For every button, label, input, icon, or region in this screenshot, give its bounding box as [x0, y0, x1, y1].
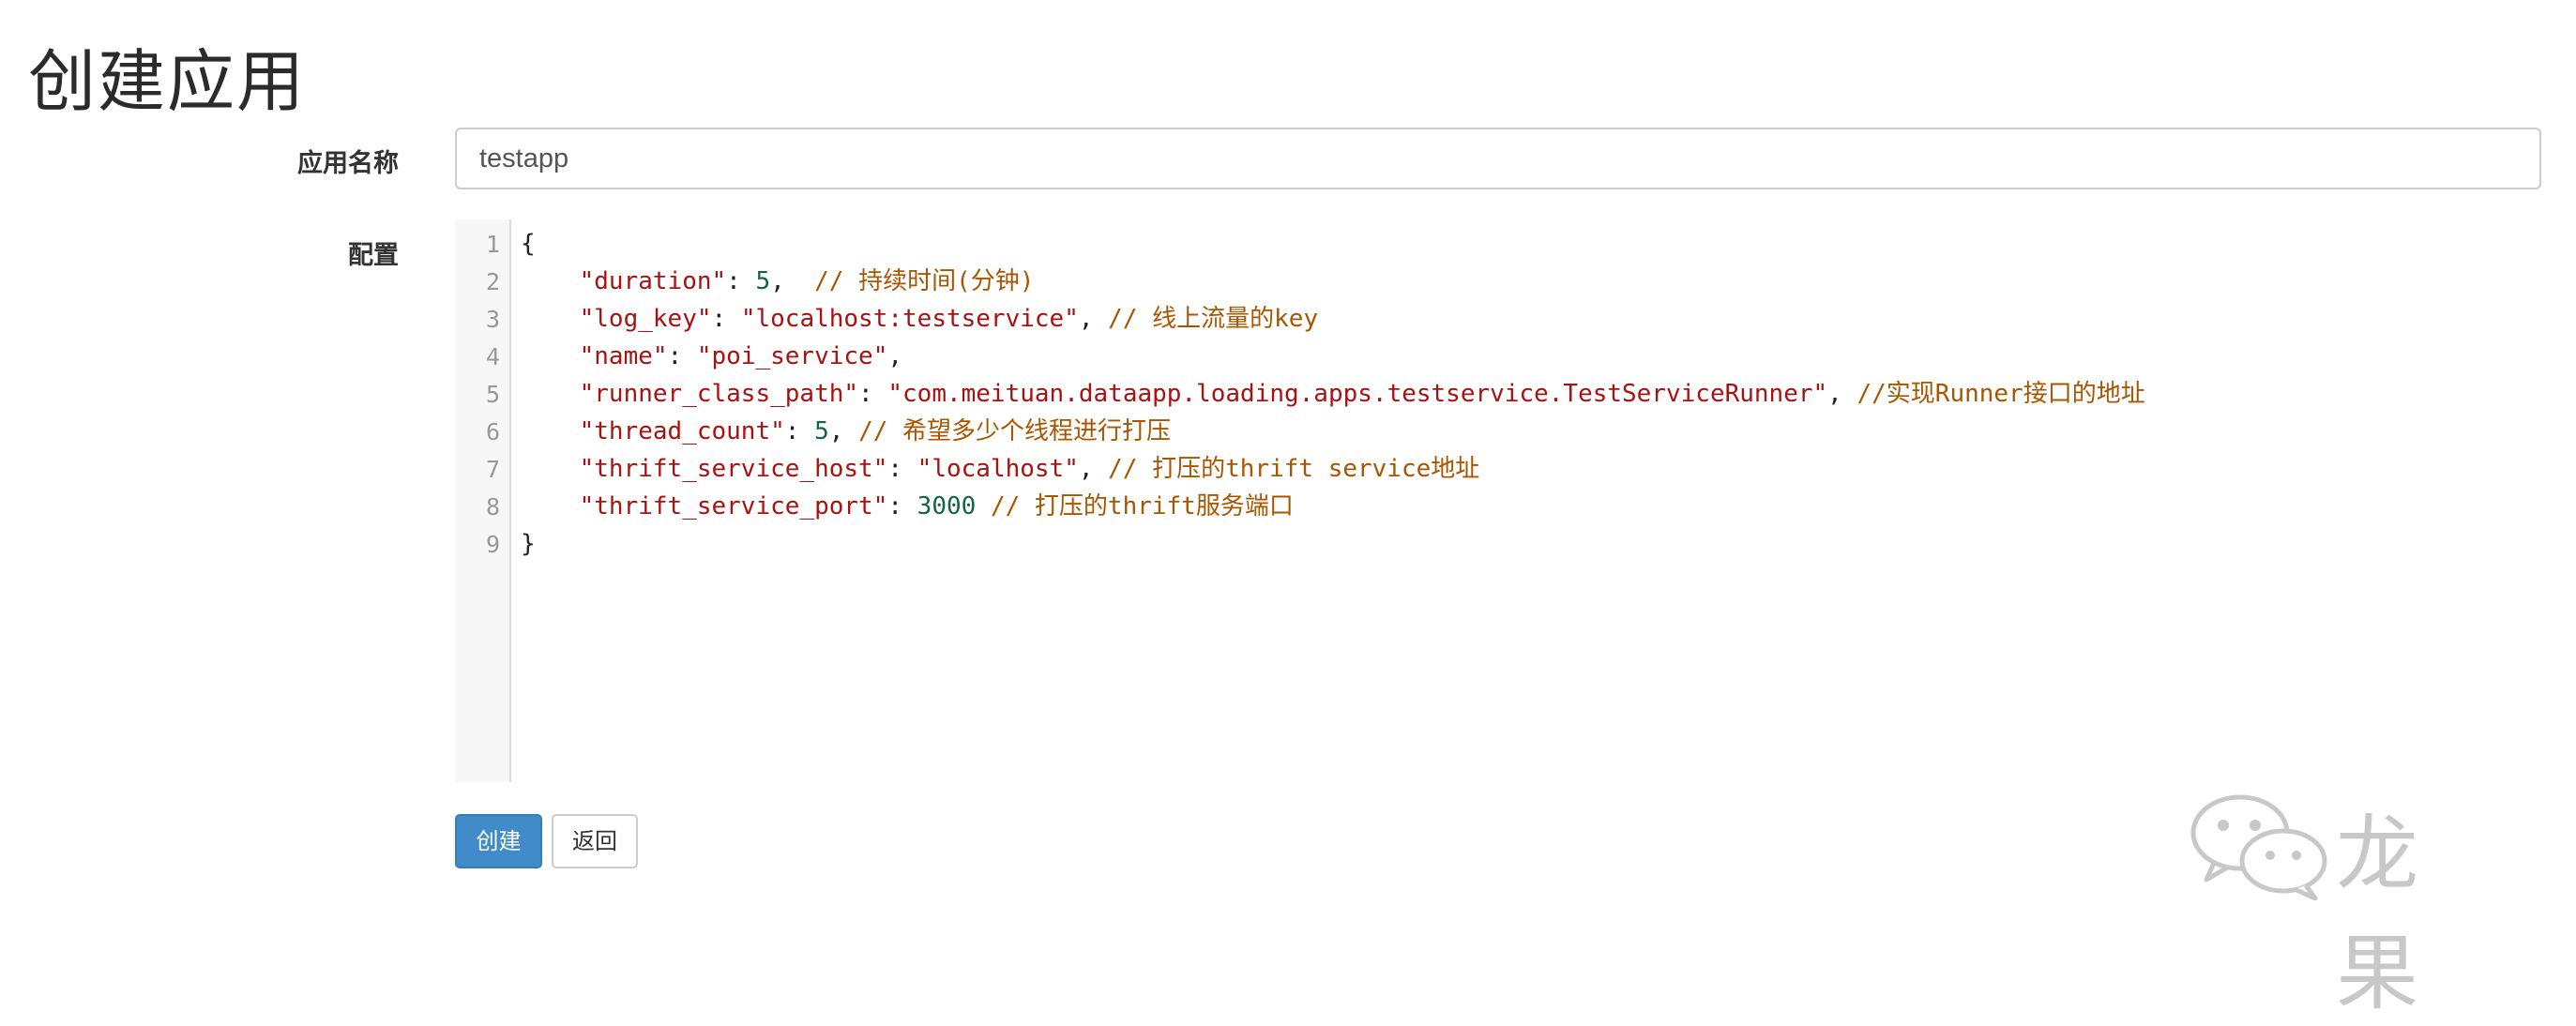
- line-number: 5: [485, 381, 500, 408]
- code-token: "thread_count": [579, 417, 785, 445]
- watermark-text: 龙果: [2336, 806, 2425, 1021]
- app-name-label: 应用名称: [297, 149, 399, 178]
- code-token: :: [887, 492, 917, 521]
- app-name-input[interactable]: [455, 128, 2541, 189]
- code-token: "log_key": [579, 305, 712, 333]
- code-token: :: [667, 342, 697, 370]
- line-number: 7: [485, 456, 500, 483]
- code-token: :: [887, 455, 917, 483]
- line-number: 6: [485, 418, 500, 445]
- code-token: ,: [1078, 305, 1109, 333]
- code-token: "duration": [579, 267, 727, 295]
- config-label: 配置: [348, 241, 399, 270]
- code-line: "thrift_service_port": 3000 // 打压的thrift…: [521, 488, 1294, 525]
- page-title: 创建应用: [28, 42, 307, 121]
- code-token: ,: [887, 342, 903, 370]
- code-token: "localhost:testservice": [740, 305, 1079, 333]
- code-token: ,: [1827, 380, 1857, 408]
- line-number: 3: [485, 306, 500, 333]
- code-token: //实现Runner接口的地址: [1856, 380, 2145, 408]
- code-token: // 持续时间(分钟): [814, 267, 1035, 295]
- code-token: "localhost": [917, 455, 1079, 483]
- create-button[interactable]: 创建: [455, 814, 542, 868]
- line-number: 9: [485, 531, 500, 558]
- code-token: {: [521, 230, 536, 258]
- code-token: // 打压的thrift服务端口: [990, 492, 1294, 521]
- wechat-icon: [2190, 794, 2327, 900]
- code-token: :: [711, 305, 741, 333]
- watermark: 龙果: [2186, 788, 2505, 1021]
- code-token: // 希望多少个线程进行打压: [858, 417, 1172, 445]
- code-token: 3000: [917, 492, 977, 521]
- code-token: // 线上流量的key: [1108, 305, 1319, 333]
- code-line: "log_key": "localhost:testservice", // 线…: [521, 300, 1318, 338]
- back-button[interactable]: 返回: [552, 814, 638, 868]
- code-token: "thrift_service_host": [579, 455, 888, 483]
- code-area[interactable]: { "duration": 5, // 持续时间(分钟) "log_key": …: [521, 219, 2541, 782]
- code-token: // 打压的thrift service地址: [1108, 455, 1480, 483]
- code-token: :: [858, 380, 888, 408]
- code-token: ,: [770, 267, 815, 295]
- code-token: ,: [1078, 455, 1109, 483]
- code-token: 5: [814, 417, 829, 445]
- code-token: "thrift_service_port": [579, 492, 888, 521]
- code-token: :: [726, 267, 756, 295]
- code-line: "name": "poi_service",: [521, 338, 902, 375]
- config-code-editor[interactable]: 1 2 3 4 5 6 7 8 9 { "duration": 5, // 持续时间(分钟) "…: [455, 219, 2541, 782]
- line-number: 4: [485, 343, 500, 370]
- code-line: "thrift_service_host": "localhost", // 打…: [521, 450, 1480, 488]
- code-line: "thread_count": 5, // 希望多少个线程进行打压: [521, 413, 1171, 450]
- code-token: "com.meituan.dataapp.loading.apps.testse…: [887, 380, 1828, 408]
- code-line: "runner_class_path": "com.meituan.dataap…: [521, 375, 2145, 413]
- code-token: 5: [755, 267, 771, 295]
- code-token: ,: [828, 417, 859, 445]
- code-token: "name": [579, 342, 668, 370]
- line-number: 2: [485, 268, 500, 295]
- code-line: "duration": 5, // 持续时间(分钟): [521, 263, 1035, 300]
- code-line: }: [521, 525, 536, 563]
- line-number: 8: [485, 493, 500, 521]
- code-token: "poi_service": [696, 342, 888, 370]
- code-token: }: [521, 530, 536, 558]
- code-token: :: [784, 417, 815, 445]
- code-line: {: [521, 225, 536, 263]
- line-number-gutter: 1 2 3 4 5 6 7 8 9: [455, 219, 511, 782]
- code-token: "runner_class_path": [579, 380, 859, 408]
- line-number: 1: [485, 231, 500, 258]
